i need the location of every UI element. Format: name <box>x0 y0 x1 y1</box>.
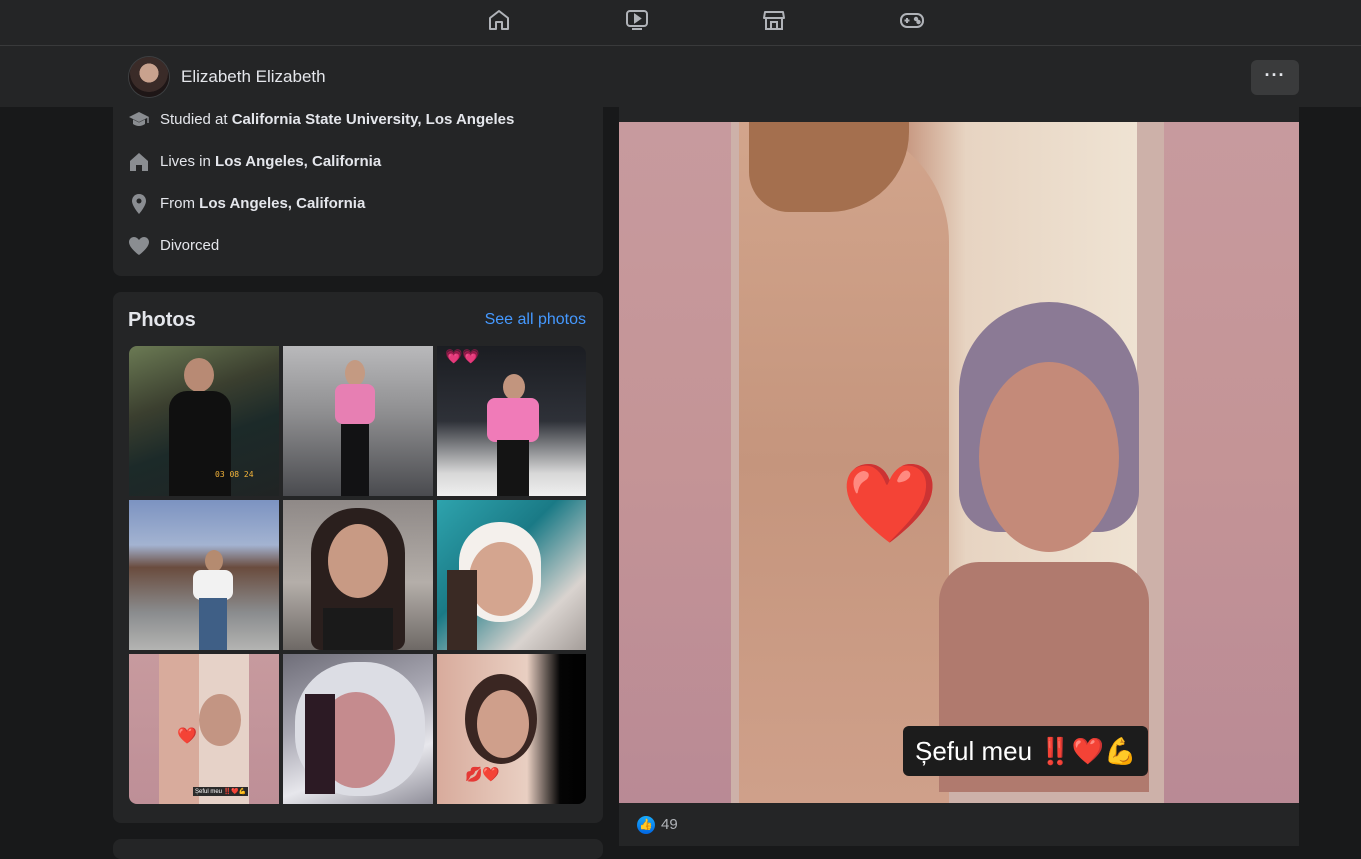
intro-prefix: Lives in <box>160 153 216 170</box>
graduation-cap-icon <box>128 109 150 131</box>
photo-thumbnail[interactable] <box>283 346 433 496</box>
more-options-button[interactable]: ··· <box>1251 60 1299 95</box>
intro-item-from: From Los Angeles, California <box>113 192 603 214</box>
photo-thumbnail[interactable]: 03 08 24 <box>129 346 279 496</box>
photo-date-stamp: 03 08 24 <box>215 470 254 479</box>
gaming-icon[interactable] <box>899 7 925 33</box>
post-photo[interactable]: ❤️ Șeful meu ‼️❤️💪 <box>619 122 1299 803</box>
watch-icon[interactable] <box>624 7 650 33</box>
photo-thumbnail[interactable]: ❤️ Șeful meu ‼️❤️💪 <box>129 654 279 804</box>
hometown-link[interactable]: Los Angeles, California <box>199 195 365 212</box>
intro-card: Studied at California State University, … <box>113 107 603 276</box>
relationship-status: Divorced <box>160 237 220 254</box>
intro-item-relationship: Divorced <box>113 234 603 256</box>
heart-sticker: ❤️ <box>841 459 939 547</box>
home-icon[interactable] <box>486 7 512 33</box>
photo-thumbnail[interactable] <box>283 500 433 650</box>
intro-prefix: Studied at <box>160 111 232 128</box>
profile-header-bar: Elizabeth Elizabeth ··· <box>0 46 1361 107</box>
house-icon <box>128 151 150 173</box>
school-link[interactable]: California State University, Los Angeles <box>232 111 515 128</box>
see-all-photos-link[interactable]: See all photos <box>485 311 586 329</box>
heart-icon <box>128 235 150 257</box>
like-reaction-icon: 👍 <box>637 816 655 834</box>
photo-thumbnail[interactable] <box>283 654 433 804</box>
photos-title: Photos <box>128 309 196 331</box>
current-city-link[interactable]: Los Angeles, California <box>215 153 381 170</box>
intro-prefix: From <box>160 195 200 212</box>
photos-card: Photos See all photos 03 08 24 💗💗 ❤️ Șef… <box>113 292 603 823</box>
avatar[interactable] <box>129 57 169 97</box>
profile-name[interactable]: Elizabeth Elizabeth <box>181 67 326 87</box>
like-count[interactable]: 49 <box>661 816 678 833</box>
photo-thumbnail[interactable] <box>129 500 279 650</box>
intro-item-lives-in: Lives in Los Angeles, California <box>113 150 603 172</box>
intro-item-education: Studied at California State University, … <box>113 108 603 130</box>
photo-thumbnail[interactable]: 💗💗 <box>437 346 586 496</box>
marketplace-icon[interactable] <box>761 7 787 33</box>
photo-thumbnail[interactable]: 💋❤️ <box>437 654 586 804</box>
next-card-edge <box>113 839 603 859</box>
location-pin-icon <box>128 193 150 215</box>
top-navigation-bar <box>0 0 1361 46</box>
photo-thumbnail[interactable] <box>437 500 586 650</box>
photos-grid: 03 08 24 💗💗 ❤️ Șeful meu ‼️❤️💪 💋❤️ <box>129 346 586 804</box>
post-photo-caption: Șeful meu ‼️❤️💪 <box>903 726 1149 776</box>
photo-caption: Șeful meu ‼️❤️💪 <box>193 787 249 796</box>
